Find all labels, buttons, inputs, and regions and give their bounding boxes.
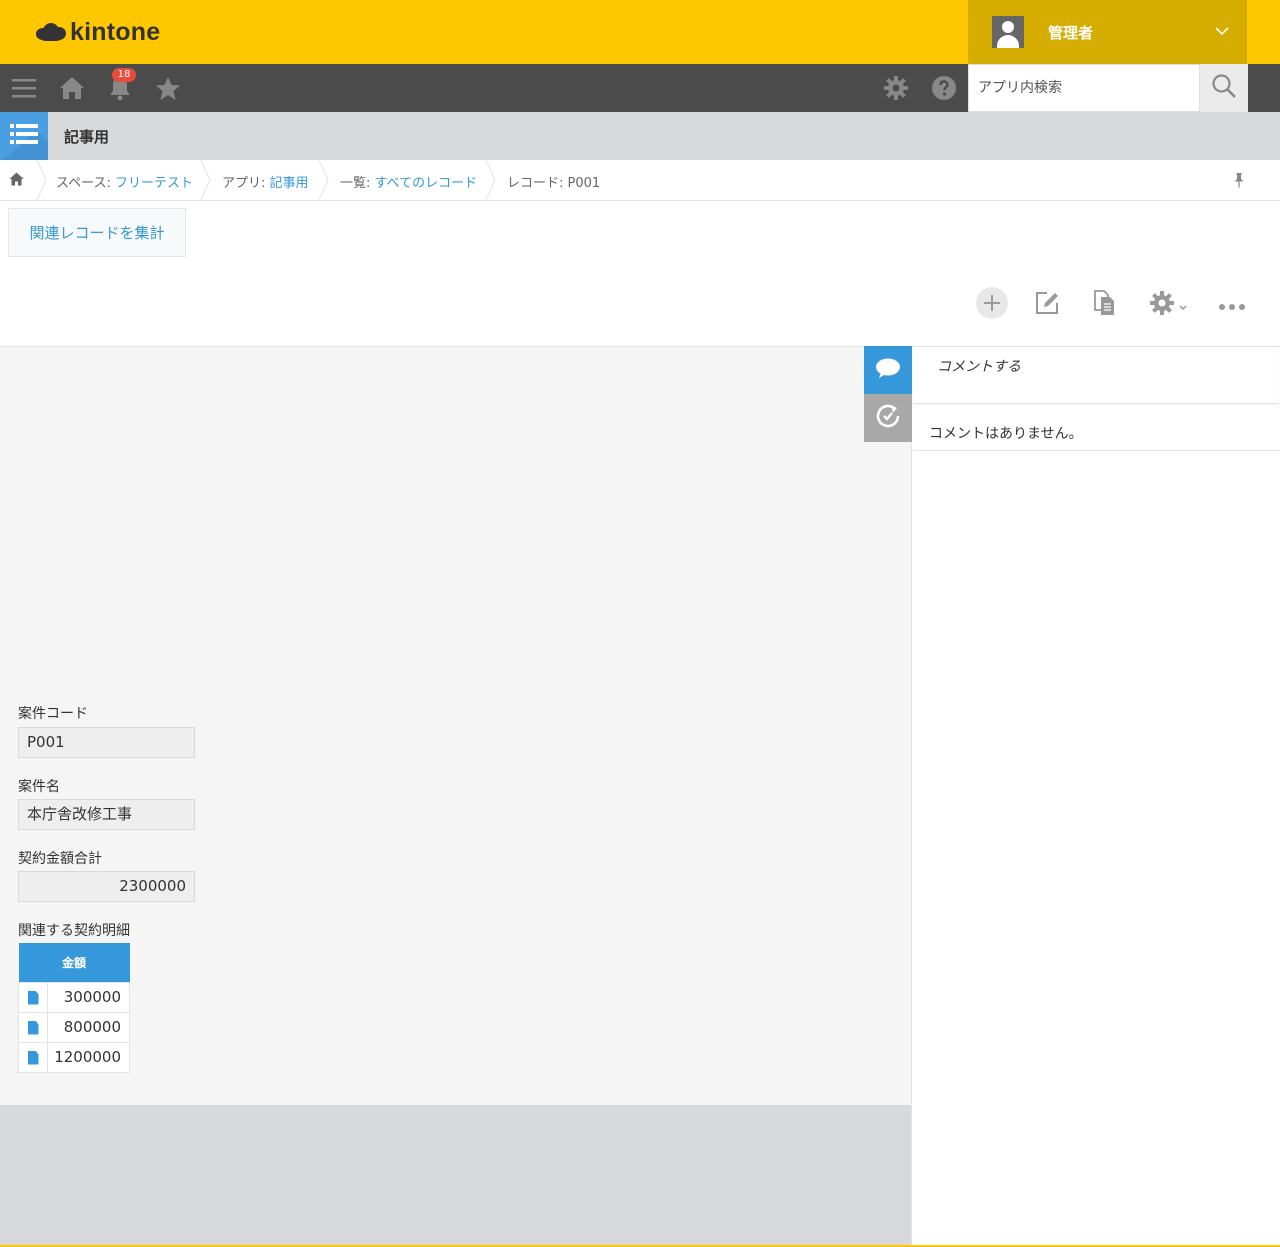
breadcrumb-view: 一覧: すべてのレコード xyxy=(340,176,478,191)
table-header-amount: 金額 xyxy=(18,943,130,982)
kintone-logo[interactable]: kintone xyxy=(34,16,160,48)
tab-comments[interactable] xyxy=(864,346,912,394)
app-search-field[interactable] xyxy=(968,64,1200,112)
no-comments-message: コメントはありません。 xyxy=(929,426,1083,442)
help-icon[interactable] xyxy=(928,72,960,104)
open-record-link[interactable] xyxy=(18,1041,48,1073)
app-header-bar xyxy=(0,112,1280,160)
field-value-project-code: P001 xyxy=(18,727,195,758)
chevron-down-icon xyxy=(1215,24,1229,40)
plus-icon xyxy=(976,287,1008,323)
record-details-pane xyxy=(0,346,912,1105)
search-button[interactable] xyxy=(1200,64,1248,112)
field-label-project-code: 案件コード xyxy=(18,706,88,722)
copy-icon xyxy=(1092,290,1116,320)
logo-text: kintone xyxy=(70,17,161,46)
tab-history[interactable] xyxy=(864,394,912,442)
home-icon[interactable] xyxy=(56,72,88,104)
comment-list: コメントはありません。 xyxy=(913,405,1280,451)
more-icon xyxy=(1218,296,1246,315)
record-footer-area xyxy=(0,1105,912,1247)
add-record-button[interactable] xyxy=(976,287,1008,323)
breadcrumb-app: アプリ: 記事用 xyxy=(222,176,309,191)
field-label-related-contracts: 関連する契約明細 xyxy=(18,923,130,939)
chevron-down-icon xyxy=(1179,296,1187,315)
open-record-link[interactable] xyxy=(18,1011,48,1043)
more-actions-button[interactable] xyxy=(1216,289,1248,321)
breadcrumb-record: レコード: P001 xyxy=(507,176,601,191)
gear-icon[interactable] xyxy=(880,72,912,104)
search-icon xyxy=(1211,73,1237,103)
document-icon xyxy=(27,1020,39,1035)
table-cell-amount: 800000 xyxy=(47,1011,130,1043)
app-search-input[interactable] xyxy=(969,65,1199,111)
breadcrumb-app-link[interactable]: 記事用 xyxy=(270,176,309,191)
table-row: 1200000 xyxy=(18,1041,130,1073)
gear-icon xyxy=(1149,290,1175,320)
field-value-project-name: 本庁舎改修工事 xyxy=(18,799,195,830)
breadcrumb-home-icon[interactable] xyxy=(9,172,24,190)
breadcrumb-view-link[interactable]: すべてのレコード xyxy=(375,176,478,191)
document-icon xyxy=(27,990,39,1005)
breadcrumb: スペース: フリーテスト アプリ: 記事用 一覧: すべてのレコード レコード:… xyxy=(0,160,1280,201)
pin-icon[interactable] xyxy=(1233,172,1245,192)
field-label-contract-total: 契約金額合計 xyxy=(18,851,102,867)
user-avatar-icon xyxy=(992,16,1024,48)
comment-bubble-icon xyxy=(875,357,901,383)
aggregate-related-records-button[interactable]: 関連レコードを集計 xyxy=(8,208,186,257)
field-label-project-name: 案件名 xyxy=(18,779,60,795)
record-settings-button[interactable] xyxy=(1144,289,1192,321)
history-icon xyxy=(874,402,902,434)
field-value-contract-total: 2300000 xyxy=(18,871,195,902)
user-name: 管理者 xyxy=(1048,23,1094,42)
table-cell-amount: 300000 xyxy=(47,981,130,1013)
comment-placeholder: コメントする xyxy=(937,359,1021,375)
breadcrumb-space: スペース: フリーテスト xyxy=(56,176,193,191)
edit-icon xyxy=(1034,290,1060,320)
table-row: 300000 xyxy=(18,981,130,1013)
star-icon[interactable] xyxy=(152,72,184,104)
edit-record-button[interactable] xyxy=(1031,289,1063,321)
app-title: 記事用 xyxy=(64,128,110,146)
breadcrumb-space-link[interactable]: フリーテスト xyxy=(115,176,193,191)
duplicate-record-button[interactable] xyxy=(1088,289,1120,321)
notification-badge: 18 xyxy=(112,68,136,82)
document-icon xyxy=(27,1050,39,1065)
comment-input[interactable]: コメントする xyxy=(913,348,1279,404)
menu-icon[interactable] xyxy=(8,72,40,104)
table-cell-amount: 1200000 xyxy=(47,1041,130,1073)
user-menu[interactable]: 管理者 xyxy=(968,0,1247,64)
open-record-link[interactable] xyxy=(18,981,48,1013)
cloud-icon xyxy=(34,21,68,43)
comments-sidebar xyxy=(911,346,1280,1247)
table-row: 800000 xyxy=(18,1011,130,1043)
related-contracts-table: 金額 300000 800000 1200000 xyxy=(18,943,130,1073)
app-list-icon[interactable] xyxy=(0,112,48,160)
